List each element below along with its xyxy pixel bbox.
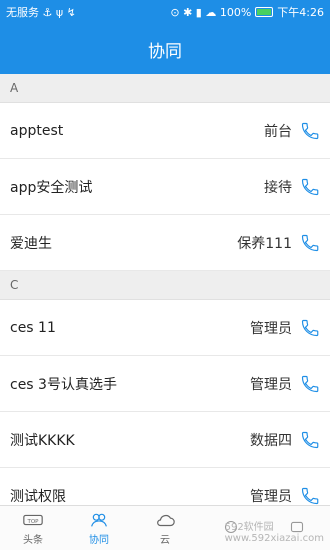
contact-role: 接待 xyxy=(264,179,292,196)
phone-icon[interactable] xyxy=(300,177,320,197)
phone-icon[interactable] xyxy=(300,121,320,141)
contact-right: 管理员 xyxy=(250,318,320,338)
contact-name: 测试KKKK xyxy=(10,432,75,449)
contact-name: ces 11 xyxy=(10,319,56,336)
contact-right: 接待 xyxy=(264,177,320,197)
status-time: 下午4:26 xyxy=(277,6,324,19)
phone-icon[interactable] xyxy=(300,374,320,394)
contact-role: 管理员 xyxy=(250,488,292,505)
phone-icon[interactable] xyxy=(300,486,320,506)
tab-collaboration[interactable]: 协同 xyxy=(66,506,132,550)
watermark-url: www.592xiazai.com xyxy=(224,533,324,544)
page-header: 协同 xyxy=(0,24,330,74)
tab-label: 头条 xyxy=(23,534,43,546)
contact-right: 管理员 xyxy=(250,486,320,506)
phone-icon[interactable] xyxy=(300,233,320,253)
contact-role: 数据四 xyxy=(250,432,292,449)
contact-row[interactable]: ces 3号认真选手 管理员 xyxy=(0,356,330,412)
watermark: 592软件园 www.592xiazai.com xyxy=(225,518,324,544)
status-bar: 无服务 ⚓ ψ ↯ ⊙ ✱ ▮ ☁ 100% 下午4:26 xyxy=(0,0,330,24)
contact-list: A apptest 前台 app安全测试 接待 爱迪生 保养111 C ces xyxy=(0,74,330,506)
people-icon xyxy=(91,513,107,527)
svg-text:TOP: TOP xyxy=(26,518,39,524)
contact-name: app安全测试 xyxy=(10,179,93,196)
cloud-icon xyxy=(157,514,175,526)
contact-row[interactable]: ces 11 管理员 xyxy=(0,300,330,356)
contact-name: ces 3号认真选手 xyxy=(10,376,117,393)
tab-label: 云 xyxy=(160,534,170,546)
status-icons: ⊙ ✱ ▮ ☁ 100% xyxy=(170,5,252,19)
contact-row[interactable]: app安全测试 接待 xyxy=(0,159,330,215)
section-header-a: A xyxy=(0,74,330,103)
contact-row[interactable]: apptest 前台 xyxy=(0,103,330,159)
contact-role: 管理员 xyxy=(250,376,292,393)
battery-icon xyxy=(255,7,274,17)
phone-icon[interactable] xyxy=(300,430,320,450)
contact-right: 管理员 xyxy=(250,374,320,394)
contact-right: 数据四 xyxy=(250,430,320,450)
contact-name: 爱迪生 xyxy=(10,235,52,252)
tab-label: 协同 xyxy=(89,534,109,546)
contact-right: 前台 xyxy=(264,121,320,141)
status-left: 无服务 ⚓ ψ ↯ xyxy=(6,6,76,19)
top-badge-icon: TOP xyxy=(23,514,43,525)
contact-role: 管理员 xyxy=(250,320,292,337)
contact-role: 保养111 xyxy=(237,235,292,252)
contact-name: 测试权限 xyxy=(10,488,66,505)
contact-name: apptest xyxy=(10,122,64,139)
tab-cloud[interactable]: 云 xyxy=(132,506,198,550)
section-header-c: C xyxy=(0,271,330,300)
status-right: ⊙ ✱ ▮ ☁ 100% 下午4:26 xyxy=(170,4,324,20)
phone-icon[interactable] xyxy=(300,318,320,338)
tab-headlines[interactable]: TOP 头条 xyxy=(0,506,66,550)
contact-row[interactable]: 测试KKKK 数据四 xyxy=(0,412,330,468)
contact-row[interactable]: 测试权限 管理员 xyxy=(0,468,330,506)
watermark-brand: 592软件园 xyxy=(224,522,274,533)
contact-role: 前台 xyxy=(264,123,292,140)
contact-row[interactable]: 爱迪生 保养111 xyxy=(0,215,330,271)
page-title: 协同 xyxy=(148,41,182,62)
contact-right: 保养111 xyxy=(237,233,320,253)
